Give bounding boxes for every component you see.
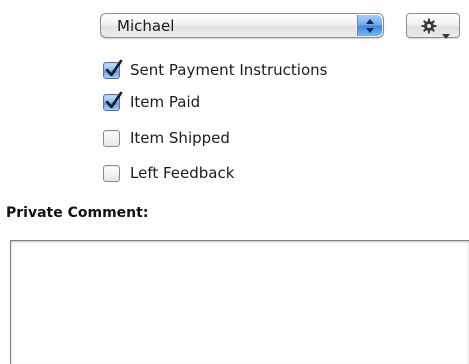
- order-detail-panel: Michael Sent Payment Instructions Item P…: [0, 0, 469, 364]
- checkbox-left-feedback[interactable]: [103, 164, 120, 182]
- checkbox-label: Sent Payment Instructions: [130, 61, 328, 79]
- buyer-popup[interactable]: Michael: [100, 13, 384, 38]
- checkbox-row-item-paid[interactable]: Item Paid: [103, 91, 200, 113]
- gear-icon: [421, 18, 437, 38]
- checkmark-icon: [105, 59, 123, 76]
- action-gear-button[interactable]: [406, 13, 460, 39]
- popup-arrows-icon: [357, 15, 382, 36]
- checkbox-row-sent-payment-instructions[interactable]: Sent Payment Instructions: [103, 59, 327, 81]
- checkmark-icon: [105, 91, 123, 108]
- checkbox-row-item-shipped[interactable]: Item Shipped: [103, 127, 230, 149]
- chevron-down-icon: [442, 24, 450, 43]
- private-comment-field[interactable]: [10, 240, 469, 364]
- checkbox-label: Item Paid: [130, 93, 201, 111]
- buyer-popup-value: Michael: [117, 17, 175, 35]
- checkbox-row-left-feedback[interactable]: Left Feedback: [103, 162, 234, 184]
- checkbox-label: Item Shipped: [130, 129, 230, 147]
- checkbox-sent-payment-instructions[interactable]: [103, 59, 123, 79]
- private-comment-label: Private Comment:: [6, 205, 149, 221]
- checkbox-label: Left Feedback: [130, 164, 235, 182]
- checkbox-item-paid[interactable]: [103, 91, 123, 111]
- checkbox-item-shipped[interactable]: [103, 129, 120, 147]
